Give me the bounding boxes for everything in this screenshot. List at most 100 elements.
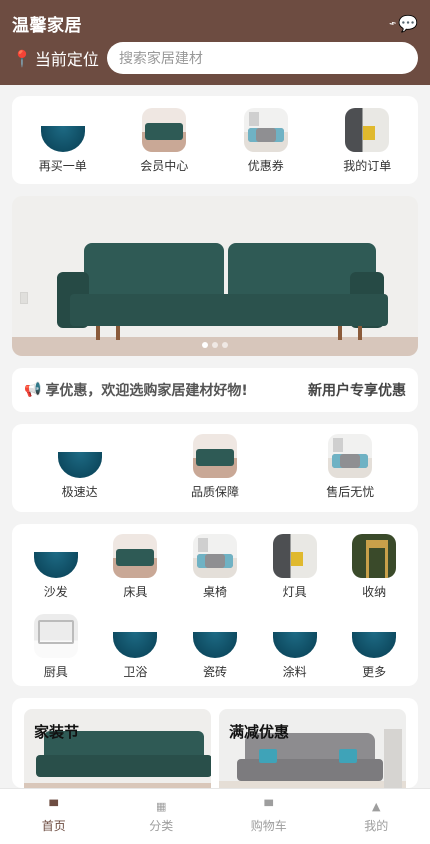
- app-title: 温馨家居: [12, 15, 82, 36]
- cushion: [259, 749, 277, 763]
- promo-title: 满减优惠: [229, 723, 290, 741]
- search-input[interactable]: 搜索家居建材: [106, 42, 418, 74]
- category-thumbnail: [272, 614, 317, 658]
- notice-text: 享优惠，欢迎选购家居建材好物!: [45, 383, 248, 399]
- promo-section: 家装节 满减优惠: [12, 698, 418, 788]
- category-bed[interactable]: 床具: [96, 534, 176, 606]
- category-thumbnail: [352, 534, 397, 578]
- bottom-tab-bar: ▀ 首页 ▦ 分类 ▀ 购物车 ▲ 我的: [0, 788, 430, 844]
- category-label: 更多: [362, 665, 387, 679]
- new-user-tag[interactable]: 新用户专享优惠: [308, 380, 406, 400]
- category-thumbnail: [192, 534, 237, 578]
- orders-thumbnail: [345, 108, 390, 152]
- quick-entry-rebuy[interactable]: 再买一单: [23, 108, 103, 174]
- service-after-sales[interactable]: 售后无忧: [290, 434, 410, 512]
- lamp: [384, 729, 402, 788]
- category-thumbnail: [113, 534, 158, 578]
- quick-entry-label: 再买一单: [38, 159, 87, 173]
- wall-outlet: [20, 292, 28, 304]
- promo-sofa-seat: [36, 755, 211, 777]
- service-label: 售后无忧: [326, 485, 375, 499]
- category-lighting[interactable]: 灯具: [255, 534, 335, 606]
- carousel-dot[interactable]: [222, 342, 228, 348]
- carousel-dot[interactable]: [202, 342, 208, 348]
- location-label: 当前定位: [34, 50, 99, 69]
- location-pin-icon: 📍: [12, 48, 32, 68]
- category-label: 床具: [123, 585, 148, 599]
- tab-label: 分类: [149, 818, 174, 833]
- category-label: 厨具: [43, 665, 68, 679]
- category-thumbnail: [192, 614, 237, 658]
- category-grid: 沙发 床具 桌椅 灯具 收纳 厨具 卫浴 瓷砖 涂料 更多: [12, 524, 418, 686]
- category-table-chair[interactable]: 桌椅: [175, 534, 255, 606]
- banner-carousel[interactable]: [12, 196, 418, 356]
- sofa-leg: [358, 326, 362, 340]
- category-more[interactable]: 更多: [334, 614, 414, 686]
- category-label: 涂料: [282, 665, 307, 679]
- service-bar: 极速达 品质保障 售后无忧: [12, 424, 418, 512]
- service-label: 品质保障: [190, 485, 239, 499]
- top-header: 温馨家居 ⌁ 💬 📍 当前定位 搜索家居建材: [0, 0, 430, 85]
- tab-label: 我的: [364, 818, 389, 833]
- category-label: 收纳: [362, 585, 387, 599]
- quick-entry-bar: 再买一单 会员中心 优惠券 我的订单: [12, 96, 418, 184]
- tab-category[interactable]: ▦ 分类: [108, 789, 216, 844]
- location-selector[interactable]: 📍 当前定位: [12, 46, 99, 70]
- tab-home[interactable]: ▀ 首页: [0, 789, 108, 844]
- rebuy-thumbnail: [40, 108, 85, 152]
- sofa-leg: [338, 326, 342, 340]
- category-thumbnail: [113, 614, 158, 658]
- signal-icon: ⌁: [386, 15, 399, 31]
- service-label: 极速达: [61, 485, 98, 499]
- quick-entry-membership[interactable]: 会员中心: [124, 108, 204, 174]
- quick-entry-orders[interactable]: 我的订单: [327, 108, 407, 174]
- carousel-indicator: [12, 342, 418, 348]
- category-bathroom[interactable]: 卫浴: [96, 614, 176, 686]
- tab-profile[interactable]: ▲ 我的: [323, 789, 430, 844]
- carousel-dot[interactable]: [212, 342, 218, 348]
- service-fast-delivery[interactable]: 极速达: [20, 434, 140, 512]
- category-label: 桌椅: [202, 585, 227, 599]
- sofa-seat: [70, 294, 388, 326]
- home-icon: ▀: [49, 799, 58, 813]
- fast-delivery-thumbnail: [57, 434, 102, 478]
- category-label: 灯具: [282, 585, 307, 599]
- tab-label: 首页: [41, 818, 66, 833]
- tab-label: 购物车: [250, 818, 287, 833]
- category-thumbnail: [272, 534, 317, 578]
- sofa-leg: [96, 326, 100, 340]
- category-paint[interactable]: 涂料: [255, 614, 335, 686]
- quality-thumbnail: [192, 434, 237, 478]
- quick-entry-coupons[interactable]: 优惠券: [226, 108, 306, 174]
- tab-cart[interactable]: ▀ 购物车: [215, 789, 323, 844]
- category-label: 沙发: [43, 585, 68, 599]
- coupons-thumbnail: [243, 108, 288, 152]
- quick-entry-label: 我的订单: [343, 159, 392, 173]
- category-storage[interactable]: 收纳: [334, 534, 414, 606]
- quick-entry-label: 优惠券: [247, 159, 284, 173]
- category-label: 瓷砖: [202, 665, 227, 679]
- notice-bar[interactable]: 📢 享优惠，欢迎选购家居建材好物! 新用户专享优惠: [12, 368, 418, 412]
- promo-discount[interactable]: 满减优惠: [219, 709, 406, 788]
- search-placeholder: 搜索家居建材: [118, 51, 203, 67]
- category-label: 卫浴: [123, 665, 148, 679]
- category-sofa[interactable]: 沙发: [16, 534, 96, 606]
- promo-home-festival[interactable]: 家装节: [24, 709, 211, 788]
- sofa-leg: [116, 326, 120, 340]
- quick-entry-label: 会员中心: [140, 159, 189, 173]
- cart-icon: ▀: [264, 799, 273, 813]
- category-thumbnail: [33, 534, 78, 578]
- after-sales-thumbnail: [328, 434, 373, 478]
- membership-thumbnail: [142, 108, 187, 152]
- grid-icon: ▦: [156, 799, 167, 813]
- category-thumbnail: [33, 614, 78, 658]
- promo-title: 家装节: [34, 723, 80, 741]
- category-kitchen[interactable]: 厨具: [16, 614, 96, 686]
- message-icon[interactable]: 💬: [398, 14, 418, 33]
- cushion: [339, 749, 357, 763]
- service-quality[interactable]: 品质保障: [155, 434, 275, 512]
- category-thumbnail: [352, 614, 397, 658]
- category-tiles[interactable]: 瓷砖: [175, 614, 255, 686]
- speaker-icon: 📢: [24, 382, 42, 398]
- user-icon: ▲: [372, 799, 381, 813]
